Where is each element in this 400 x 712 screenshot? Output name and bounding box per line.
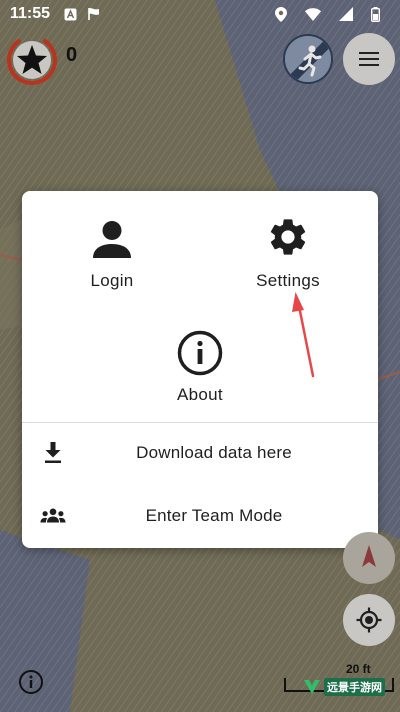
notification-a-icon [64, 8, 77, 21]
main-menu-button[interactable] [343, 33, 395, 85]
score-badge[interactable] [6, 34, 58, 86]
status-bar: 11:55 [0, 0, 400, 28]
download-data-row[interactable]: Download data here [22, 425, 378, 481]
about-label: About [177, 385, 223, 404]
signal-icon [339, 7, 353, 21]
gear-icon [270, 219, 306, 255]
login-label: Login [90, 271, 134, 290]
settings-tile[interactable]: Settings [238, 211, 338, 291]
person-icon [93, 221, 131, 258]
download-data-label: Download data here [136, 443, 292, 462]
hamburger-icon [359, 50, 379, 68]
about-tile[interactable]: About [150, 329, 250, 405]
score-count: 0 [66, 44, 78, 66]
flag-icon [87, 7, 101, 21]
info-icon [19, 670, 43, 694]
crosshair-icon [356, 607, 382, 633]
team-mode-label: Enter Team Mode [145, 506, 283, 525]
download-icon [40, 440, 66, 466]
login-tile[interactable]: Login [62, 215, 162, 291]
info-icon [177, 330, 223, 376]
my-location-button[interactable] [343, 594, 395, 646]
location-icon [275, 6, 287, 22]
compass-button[interactable] [343, 532, 395, 584]
watermark-text: 远景手游网 [324, 678, 385, 696]
wifi-icon [305, 7, 321, 21]
annotation-arrow [292, 292, 315, 378]
team-mode-row[interactable]: Enter Team Mode [22, 488, 378, 544]
compass-icon [362, 545, 376, 567]
watermark: 远景手游网 [302, 676, 398, 698]
watermark-logo [304, 680, 320, 694]
settings-label: Settings [256, 271, 320, 290]
battery-icon [371, 6, 380, 22]
dialog-divider [22, 422, 378, 423]
map-info-button[interactable] [18, 669, 44, 695]
activity-mode-button[interactable] [283, 34, 333, 84]
group-icon [40, 503, 66, 529]
status-time: 11:55 [10, 5, 51, 22]
scale-label: 20 ft [346, 662, 371, 676]
